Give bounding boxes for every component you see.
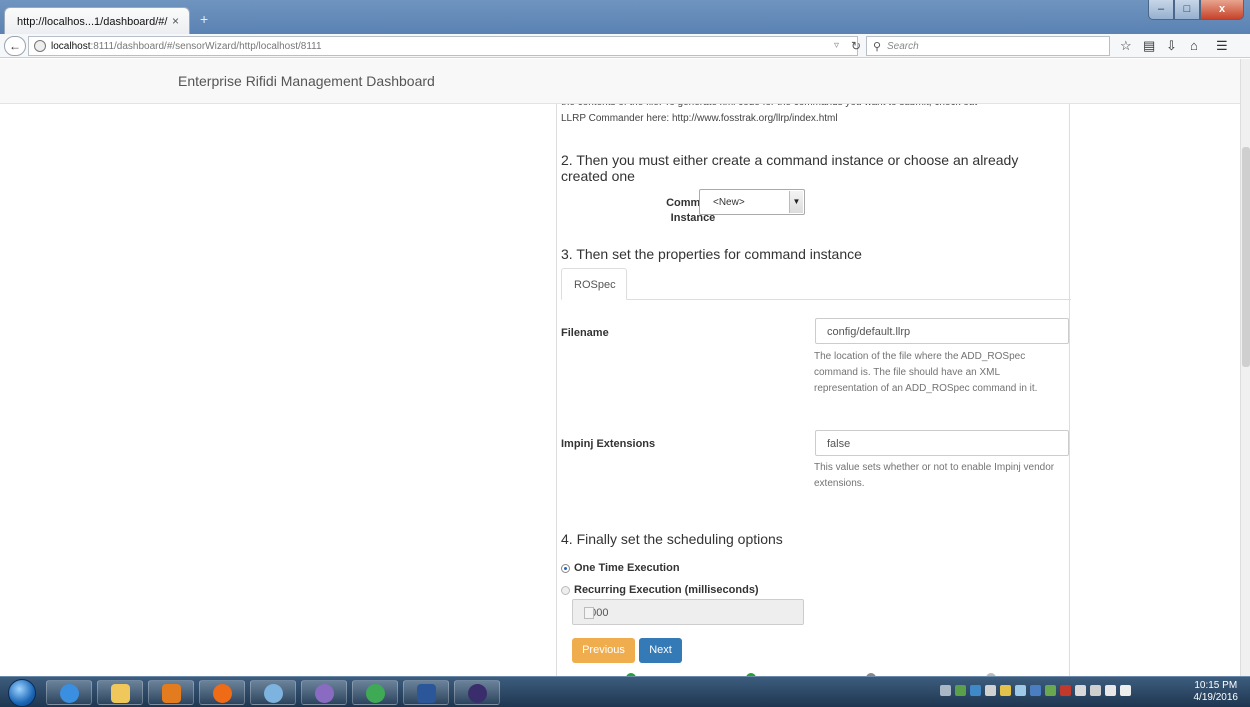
close-window-button[interactable]: x xyxy=(1200,0,1244,20)
filename-help: The location of the file where the ADD_R… xyxy=(814,351,1038,394)
recurring-radio[interactable] xyxy=(561,585,570,595)
chrome-icon xyxy=(366,684,385,703)
url-bar[interactable]: localhost:8111/dashboard/#/sensorWizard/… xyxy=(28,36,861,56)
number-spinner-icon[interactable] xyxy=(584,607,594,619)
step3-title: 3. Then set the properties for command i… xyxy=(561,246,862,262)
vpn-icon xyxy=(264,684,283,703)
system-tray xyxy=(940,685,1135,696)
eclipse-icon xyxy=(468,684,487,703)
impinj-extensions-help: This value sets whether or not to enable… xyxy=(814,462,1055,489)
url-host: localhost xyxy=(51,41,91,52)
tray-expand-icon[interactable] xyxy=(940,685,951,696)
tray-security-icon[interactable] xyxy=(1045,685,1056,696)
intro-line-2: LLRP Commander here: http://www.fosstrak… xyxy=(561,113,838,124)
taskbar-eclipse[interactable] xyxy=(454,680,500,705)
app-header: Enterprise Rifidi Management Dashboard xyxy=(0,59,1240,104)
tab-divider xyxy=(561,299,1071,300)
taskbar-messenger[interactable] xyxy=(301,680,347,705)
maximize-button[interactable]: □ xyxy=(1174,0,1200,20)
one-time-label: One Time Execution xyxy=(574,562,680,574)
filename-input[interactable]: config/default.llrp xyxy=(815,318,1069,344)
tray-power-icon[interactable] xyxy=(1090,685,1101,696)
window-controls: – □ x xyxy=(1148,0,1244,20)
one-time-execution-option[interactable]: One Time Execution xyxy=(561,562,680,574)
taskbar-media-player[interactable] xyxy=(148,680,194,705)
scrollbar-thumb[interactable] xyxy=(1242,147,1250,367)
browser-titlebar: http://localhos...1/dashboard/#/ × + – □… xyxy=(0,0,1250,34)
tab-close-icon[interactable]: × xyxy=(172,14,179,28)
select-arrow-icon: ▼ xyxy=(789,191,803,213)
recurring-interval-input[interactable]: 1000 xyxy=(572,599,804,625)
tab-rospec[interactable]: ROSpec xyxy=(561,268,627,300)
impinj-extensions-value: false xyxy=(827,438,851,450)
tab-title: http://localhos...1/dashboard/#/ xyxy=(17,16,168,28)
internet-explorer-icon xyxy=(60,684,79,703)
new-tab-icon[interactable]: + xyxy=(200,11,208,27)
media-player-icon xyxy=(162,684,181,703)
clock-time: 10:15 PM xyxy=(1194,680,1238,691)
back-arrow-icon: ← xyxy=(9,39,21,53)
messenger-icon xyxy=(315,684,334,703)
word-icon xyxy=(417,684,436,703)
firefox-icon xyxy=(213,684,232,703)
tray-flag-icon[interactable] xyxy=(1075,685,1086,696)
step4-title: 4. Finally set the scheduling options xyxy=(561,531,783,547)
page-scrollbar[interactable] xyxy=(1240,59,1250,676)
url-text: localhost:8111/dashboard/#/sensorWizard/… xyxy=(51,41,322,52)
taskbar-chrome[interactable] xyxy=(352,680,398,705)
search-icon: ⚲ xyxy=(873,41,882,53)
filename-value: config/default.llrp xyxy=(827,326,911,338)
menu-icon[interactable]: ☰ xyxy=(1216,38,1228,54)
tray-app-icon[interactable] xyxy=(955,685,966,696)
recurring-execution-option[interactable]: Recurring Execution (milliseconds) xyxy=(561,584,759,596)
start-button[interactable] xyxy=(8,679,36,707)
app-brand[interactable]: Enterprise Rifidi Management Dashboard xyxy=(178,73,435,89)
tray-bluetooth-icon[interactable] xyxy=(970,685,981,696)
step2-title: 2. Then you must either create a command… xyxy=(561,152,1019,184)
bookmark-star-icon[interactable]: ☆ xyxy=(1120,38,1132,54)
tray-shield-icon[interactable] xyxy=(1060,685,1071,696)
url-dropdown-icon[interactable]: ▿ xyxy=(834,40,839,51)
tray-sync-icon[interactable] xyxy=(1015,685,1026,696)
next-button[interactable]: Next xyxy=(639,638,682,663)
taskbar-file-explorer[interactable] xyxy=(97,680,143,705)
one-time-radio[interactable] xyxy=(561,563,570,573)
taskbar-firefox[interactable] xyxy=(199,680,245,705)
previous-button[interactable]: Previous xyxy=(572,638,635,663)
browser-navbar: ← localhost:8111/dashboard/#/sensorWizar… xyxy=(0,34,1250,58)
tray-bt-icon[interactable] xyxy=(1030,685,1041,696)
tray-volume-icon[interactable] xyxy=(1120,685,1131,696)
url-path: :8111/dashboard/#/sensorWizard/http/loca… xyxy=(90,41,322,52)
download-icon[interactable]: ⇩ xyxy=(1166,38,1177,54)
browser-tab[interactable]: http://localhos...1/dashboard/#/ × xyxy=(4,7,190,34)
impinj-extensions-label: Impinj Extensions xyxy=(561,438,656,450)
search-placeholder: Search xyxy=(887,41,919,52)
site-info-icon[interactable] xyxy=(34,40,46,52)
minimize-button[interactable]: – xyxy=(1148,0,1174,20)
filename-label: Filename xyxy=(561,327,609,339)
wizard-panel: the contents of the file. To generate xm… xyxy=(556,59,1071,676)
taskbar-vpn[interactable] xyxy=(250,680,296,705)
reload-icon[interactable]: ↻ xyxy=(851,39,861,53)
windows-taskbar: 10:15 PM 4/19/2016 xyxy=(0,676,1250,707)
page-viewport: Enterprise Rifidi Management Dashboard t… xyxy=(0,59,1240,676)
tab-rospec-label: ROSpec xyxy=(574,279,616,291)
file-explorer-icon xyxy=(111,684,130,703)
taskbar-clock[interactable]: 10:15 PM 4/19/2016 xyxy=(1194,680,1239,704)
back-button[interactable]: ← xyxy=(4,36,26,56)
taskbar-internet-explorer[interactable] xyxy=(46,680,92,705)
home-icon[interactable]: ⌂ xyxy=(1190,38,1198,53)
reading-list-icon[interactable]: ▤ xyxy=(1143,38,1155,54)
clock-date: 4/19/2016 xyxy=(1193,692,1239,703)
command-instance-select[interactable]: <New> ▼ xyxy=(699,189,805,215)
tray-device-icon[interactable] xyxy=(985,685,996,696)
search-bar[interactable]: ⚲ Search xyxy=(866,36,1110,56)
command-instance-value: <New> xyxy=(713,197,745,208)
tray-notify-icon[interactable] xyxy=(1000,685,1011,696)
tray-network-icon[interactable] xyxy=(1105,685,1116,696)
recurring-label: Recurring Execution (milliseconds) xyxy=(574,584,759,596)
taskbar-word[interactable] xyxy=(403,680,449,705)
impinj-extensions-input[interactable]: false xyxy=(815,430,1069,456)
